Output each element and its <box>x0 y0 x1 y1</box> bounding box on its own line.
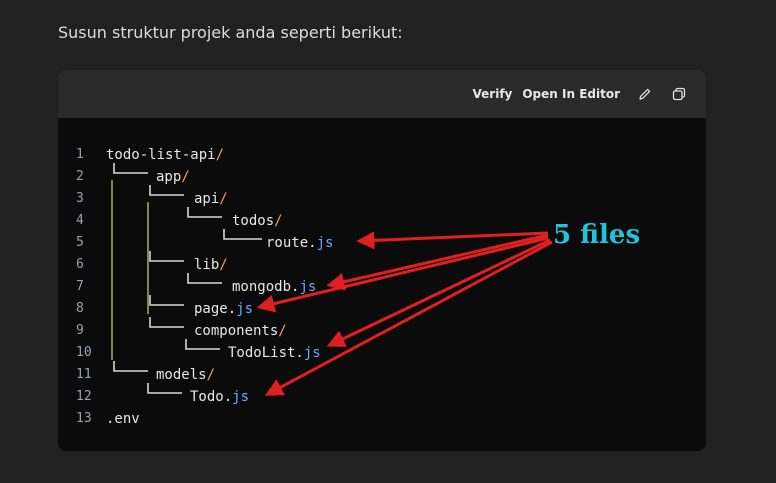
tree-entry: route.js <box>266 232 333 254</box>
tree-guides <box>111 163 262 394</box>
line-number: 9 <box>76 323 84 338</box>
folder-slash: / <box>219 191 228 207</box>
tree-entry: api/ <box>194 188 228 210</box>
tree-entry: .env <box>106 408 140 430</box>
entry-name: todos <box>232 213 275 229</box>
folder-slash: / <box>206 367 216 383</box>
folder-slash: / <box>274 213 283 229</box>
entry-name: lib <box>194 257 220 273</box>
files-count-annotation: 5 files <box>553 220 641 250</box>
entry-name: models <box>156 367 207 383</box>
line-number: 4 <box>76 213 84 228</box>
entry-name: page. <box>194 301 237 317</box>
file-extension: js <box>303 345 321 361</box>
folder-slash: / <box>181 169 190 185</box>
tree-entry: todo-list-api/ <box>106 144 224 166</box>
file-extension: js <box>232 389 250 405</box>
tree-entry: TodoList.js <box>228 342 321 364</box>
tree-entry: todos/ <box>232 210 283 232</box>
line-number: 11 <box>76 367 92 382</box>
entry-name: .env <box>106 411 140 427</box>
folder-slash: / <box>219 257 228 273</box>
tree-entry: mongodb.js <box>232 276 316 298</box>
instruction-text: Susun struktur projek anda seperti berik… <box>58 23 403 42</box>
line-number: 2 <box>76 169 84 184</box>
line-number: 3 <box>76 191 84 206</box>
entry-name: components <box>194 323 279 339</box>
entry-name: app <box>156 169 182 185</box>
tree-entry: Todo.js <box>190 386 249 408</box>
tree-entry: page.js <box>194 298 253 320</box>
line-number: 5 <box>76 235 84 250</box>
file-extension: js <box>316 235 334 251</box>
file-extension: js <box>299 279 317 295</box>
folder-slash: / <box>278 323 287 339</box>
entry-name: mongodb. <box>232 279 300 295</box>
tree-entry: app/ <box>156 166 190 188</box>
tree-entry: models/ <box>156 364 215 386</box>
code-toolbar: Verify Open In Editor <box>58 70 706 118</box>
entry-name: api <box>194 191 220 207</box>
file-extension: js <box>236 301 254 317</box>
line-number: 8 <box>76 301 84 316</box>
open-in-editor-button[interactable]: Open In Editor <box>522 87 620 101</box>
tree-entry: components/ <box>194 320 287 342</box>
line-number: 12 <box>76 389 92 404</box>
line-number: 1 <box>76 147 84 162</box>
line-number: 13 <box>76 411 92 426</box>
code-block: Verify Open In Editor 1 todo-list-api/ 2… <box>58 70 706 451</box>
copy-icon[interactable] <box>670 85 688 103</box>
entry-name: TodoList. <box>228 345 304 361</box>
entry-name: todo-list-api <box>106 147 216 163</box>
line-number: 7 <box>76 279 84 294</box>
verify-button[interactable]: Verify <box>473 87 513 101</box>
folder-slash: / <box>215 147 225 163</box>
line-number: 10 <box>76 345 92 360</box>
entry-name: route. <box>266 235 317 251</box>
pencil-icon[interactable] <box>636 85 654 103</box>
line-number: 6 <box>76 257 84 272</box>
tree-entry: lib/ <box>194 254 228 276</box>
entry-name: Todo. <box>190 389 233 405</box>
